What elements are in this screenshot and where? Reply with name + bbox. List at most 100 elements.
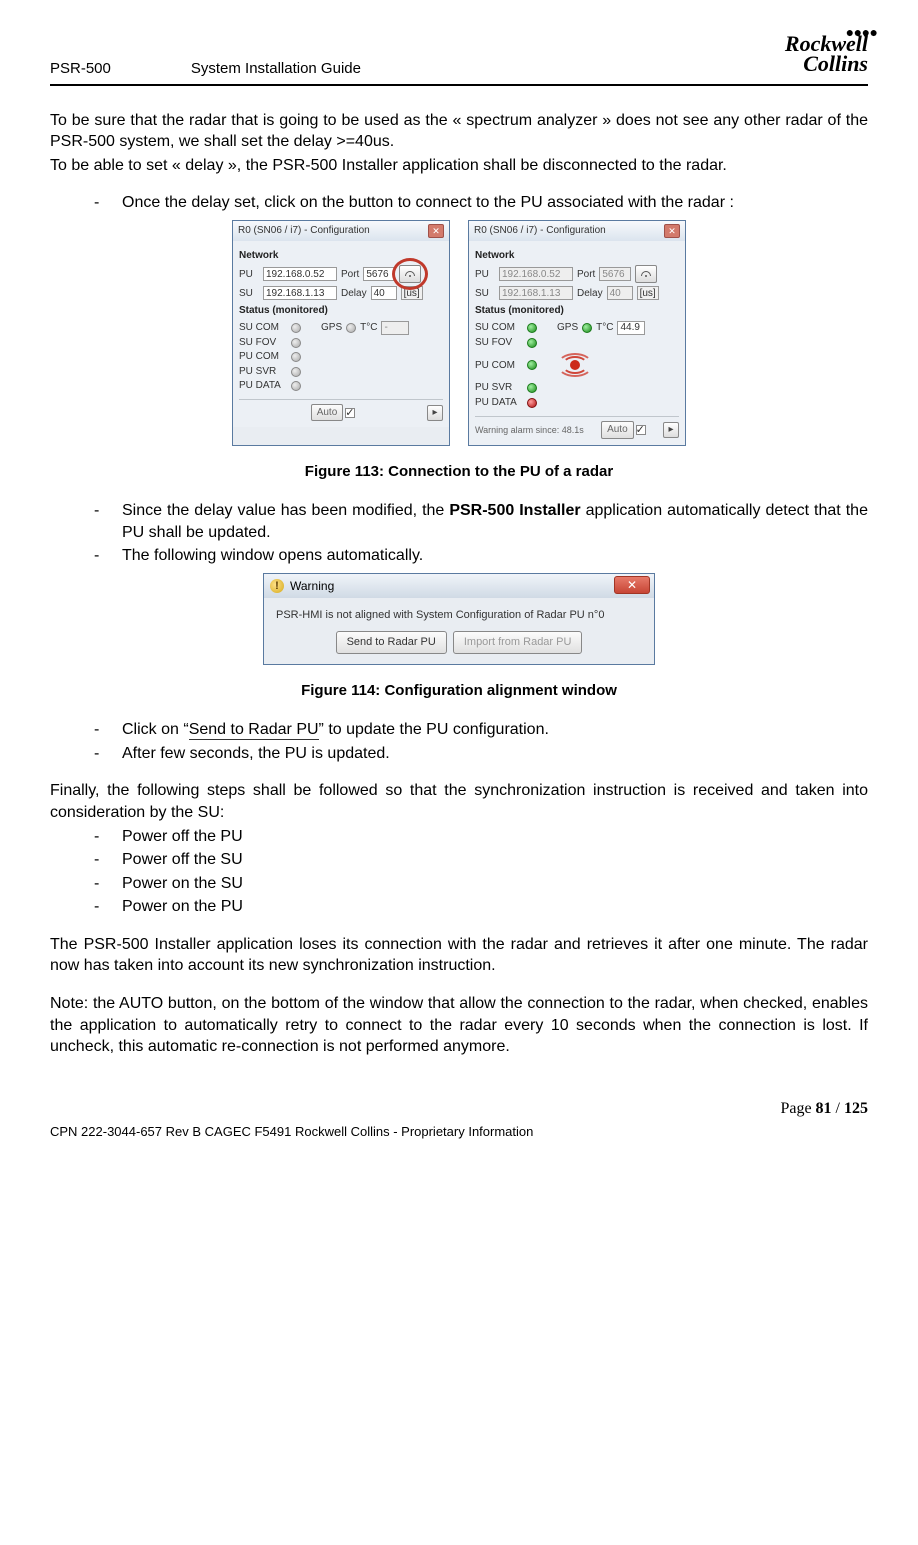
auto-toggle[interactable]: Auto — [311, 404, 356, 422]
dash-icon: - — [94, 500, 122, 543]
step-text: Power off the PU — [122, 826, 868, 848]
steps-list: -Power off the PU -Power off the SU -Pow… — [50, 826, 868, 918]
led-icon — [527, 338, 537, 348]
su-label: SU — [239, 287, 259, 301]
auto-label: Auto — [311, 404, 344, 422]
window-body: Network PU 192.168.0.52 Port 5676 SU 192… — [469, 241, 685, 445]
window-body: Network PU 192.168.0.52 Port 5676 SU 192… — [233, 241, 449, 428]
dash-icon: - — [94, 743, 122, 765]
port-label: Port — [341, 268, 359, 282]
expand-button[interactable]: ▸ — [427, 405, 443, 421]
window-title: R0 (SN06 / i7) - Configuration — [238, 224, 370, 238]
list-item: -Power on the SU — [94, 873, 868, 895]
pucom-label: PU COM — [239, 350, 287, 364]
window-titlebar: R0 (SN06 / i7) - Configuration ✕ — [469, 221, 685, 241]
list-item: -Power off the PU — [94, 826, 868, 848]
pu-ip-input[interactable]: 192.168.0.52 — [263, 267, 337, 281]
header-left: PSR-500 System Installation Guide — [50, 59, 361, 79]
page-header: PSR-500 System Installation Guide ● ● ● … — [50, 40, 868, 86]
expand-button[interactable]: ▸ — [663, 422, 679, 438]
para-5: Note: the AUTO button, on the bottom of … — [50, 993, 868, 1058]
list-item: - The following window opens automatical… — [94, 545, 868, 567]
led-icon — [527, 398, 537, 408]
page-footer: Page 81 / 125 CPN 222-3044-657 Rev B CAG… — [50, 1098, 868, 1141]
checkbox-icon — [345, 408, 355, 418]
tc-label: T°C — [596, 321, 613, 335]
list-item: -Power off the SU — [94, 849, 868, 871]
bottom-bar: Auto ▸ — [239, 399, 443, 422]
text: Page — [780, 1100, 815, 1117]
bullet-list-2: - Since the delay value has been modifie… — [50, 500, 868, 567]
text: Since the delay value has been modified,… — [122, 502, 449, 519]
unit-label: [us] — [637, 286, 659, 300]
warning-text: Warning alarm since: 48.1s — [475, 424, 584, 436]
led-icon — [527, 383, 537, 393]
para-1b: To be able to set « delay », the PSR-500… — [50, 155, 868, 177]
window-titlebar: R0 (SN06 / i7) - Configuration ✕ — [233, 221, 449, 241]
close-icon[interactable]: ✕ — [664, 224, 680, 238]
bullet-4-text: Click on “Send to Radar PU” to update th… — [122, 719, 868, 741]
warning-icon: ! — [270, 579, 284, 593]
led-icon — [527, 323, 537, 333]
su-ip-input: 192.168.1.13 — [499, 286, 573, 300]
import-from-radar-button[interactable]: Import from Radar PU — [453, 631, 583, 654]
warning-message: PSR-HMI is not aligned with System Confi… — [264, 598, 654, 631]
list-item: - Once the delay set, click on the butto… — [94, 192, 868, 214]
connect-button[interactable] — [399, 265, 421, 283]
delay-input[interactable]: 40 — [371, 286, 397, 300]
pu-row: PU 192.168.0.52 Port 5676 — [475, 265, 679, 283]
port-input: 5676 — [599, 267, 631, 281]
status-header: Status (monitored) — [239, 304, 443, 318]
bullet-1-text: Once the delay set, click on the button … — [122, 192, 868, 214]
temp-display: 44.9 — [617, 321, 645, 335]
auto-toggle[interactable]: Auto — [601, 421, 646, 439]
close-icon[interactable]: ✕ — [614, 576, 650, 594]
port-label: Port — [577, 268, 595, 282]
bullet-list-1: - Once the delay set, click on the butto… — [50, 192, 868, 214]
bullet-5-text: After few seconds, the PU is updated. — [122, 743, 868, 765]
figure-113-caption: Figure 113: Connection to the PU of a ra… — [50, 462, 868, 482]
proprietary-notice: CPN 222-3044-657 Rev B CAGEC F5491 Rockw… — [50, 1123, 868, 1141]
su-row: SU 192.168.1.13 Delay 40 [us] — [475, 286, 679, 300]
pucom-label: PU COM — [475, 359, 523, 373]
status-header: Status (monitored) — [475, 304, 679, 318]
delay-input: 40 — [607, 286, 633, 300]
led-icon — [346, 323, 356, 333]
text-bold: PSR-500 Installer — [449, 502, 580, 519]
su-ip-input[interactable]: 192.168.1.13 — [263, 286, 337, 300]
led-icon — [582, 323, 592, 333]
doc-title: System Installation Guide — [191, 59, 361, 79]
led-icon — [527, 360, 537, 370]
text: Click on “ — [122, 721, 189, 738]
network-header: Network — [475, 249, 679, 263]
text: ” to update the PU configuration. — [319, 721, 549, 738]
led-icon — [291, 381, 301, 391]
config-window-right: R0 (SN06 / i7) - Configuration ✕ Network… — [468, 220, 686, 446]
doc-id: PSR-500 — [50, 59, 111, 79]
connect-button[interactable] — [635, 265, 657, 283]
close-icon[interactable]: ✕ — [428, 224, 444, 238]
gps-label: GPS — [321, 321, 342, 335]
warning-window: ! Warning ✕ PSR-HMI is not aligned with … — [263, 573, 655, 665]
pudata-label: PU DATA — [475, 396, 523, 410]
delay-label: Delay — [577, 287, 603, 301]
gps-label: GPS — [557, 321, 578, 335]
alarm-icon — [553, 350, 597, 380]
bottom-bar: Warning alarm since: 48.1s Auto ▸ — [475, 416, 679, 439]
temp-display: - — [381, 321, 409, 335]
para-4: The PSR-500 Installer application loses … — [50, 934, 868, 977]
sucom-label: SU COM — [475, 321, 523, 335]
dash-icon: - — [94, 545, 122, 567]
led-icon — [291, 323, 301, 333]
send-to-radar-button[interactable]: Send to Radar PU — [336, 631, 447, 654]
port-input[interactable]: 5676 — [363, 267, 395, 281]
warning-titlebar: ! Warning ✕ — [264, 574, 654, 598]
bullet-2-text: Since the delay value has been modified,… — [122, 500, 868, 543]
delay-label: Delay — [341, 287, 367, 301]
para-1a: To be sure that the radar that is going … — [50, 110, 868, 153]
list-item: - Since the delay value has been modifie… — [94, 500, 868, 543]
su-label: SU — [475, 287, 495, 301]
step-text: Power off the SU — [122, 849, 868, 871]
para-block-1: To be sure that the radar that is going … — [50, 110, 868, 177]
page-number: Page 81 / 125 — [50, 1098, 868, 1120]
